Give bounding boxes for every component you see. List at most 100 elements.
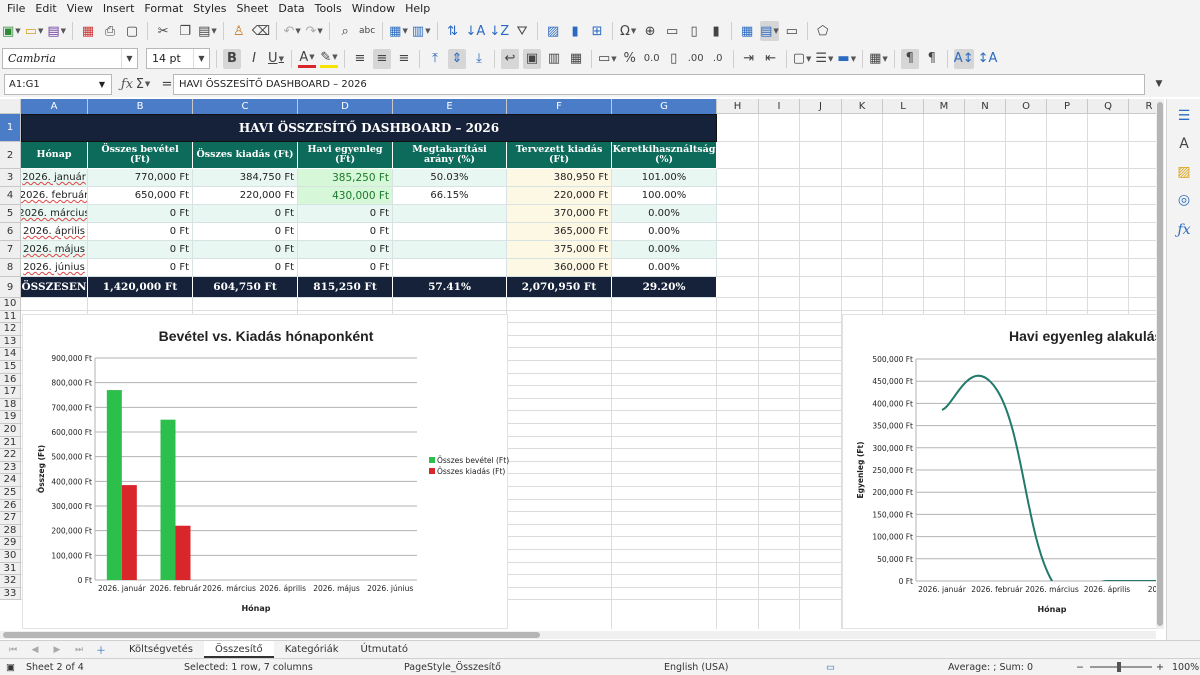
align-middle-icon[interactable]: ⇕ bbox=[448, 48, 466, 69]
month-cell[interactable]: 2026. március bbox=[21, 205, 88, 223]
vertical-scroll-thumb[interactable] bbox=[1157, 102, 1163, 626]
column-header-cell[interactable]: Hónap bbox=[21, 142, 88, 169]
column-header-cell[interactable]: Megtakarítási arány (%) bbox=[393, 142, 507, 169]
column-header-L[interactable]: L bbox=[883, 99, 924, 114]
horizontal-scrollbar[interactable] bbox=[0, 631, 1156, 639]
spreadsheet-grid[interactable]: ABCDEFGHIJKLMNOPQR 1 2 3 4 5 6 7 8 9 10 11 12 13 14 15… bbox=[0, 99, 1156, 629]
font-name-combo[interactable]: Cambria ▼ bbox=[2, 48, 138, 69]
column-header-cell[interactable]: Keretkihasználtság (%) bbox=[612, 142, 717, 169]
hyperlink-icon[interactable]: ⊕ bbox=[641, 21, 659, 41]
chevron-down-icon[interactable]: ▼ bbox=[121, 49, 137, 68]
value-cell[interactable] bbox=[393, 205, 507, 223]
border-style-icon[interactable]: ☰ ▼ bbox=[815, 49, 833, 69]
vertical-scrollbar[interactable] bbox=[1156, 99, 1164, 629]
column-header-G[interactable]: G bbox=[612, 99, 717, 114]
paste-icon[interactable]: ▤ ▼ bbox=[198, 21, 217, 41]
bar-income[interactable] bbox=[106, 390, 122, 580]
font-color-icon[interactable]: A ▼ bbox=[298, 50, 316, 68]
value-cell[interactable]: 100.00% bbox=[612, 187, 717, 205]
open-icon[interactable]: ▭ ▼ bbox=[25, 21, 44, 41]
row-header-1[interactable]: 1 bbox=[0, 114, 21, 142]
row-header-3[interactable]: 3 bbox=[0, 169, 21, 187]
column-header-D[interactable]: D bbox=[298, 99, 393, 114]
value-cell[interactable]: 101.00% bbox=[612, 169, 717, 187]
menu-insert[interactable]: Insert bbox=[100, 2, 142, 15]
menu-styles[interactable]: Styles bbox=[190, 2, 233, 15]
copy-icon[interactable]: ❐ bbox=[176, 21, 194, 41]
functions-icon[interactable]: ƒx bbox=[1175, 221, 1193, 239]
value-cell[interactable]: 360,000 Ft bbox=[507, 259, 612, 277]
column-header-A[interactable]: A bbox=[21, 99, 88, 114]
dashboard-title[interactable]: HAVI ÖSSZESÍTŐ DASHBOARD – 2026 bbox=[21, 114, 717, 142]
row-header-22[interactable]: 22 bbox=[0, 449, 21, 462]
underline-icon[interactable]: U ▼ bbox=[267, 49, 285, 69]
row-header-12[interactable]: 12 bbox=[0, 323, 21, 336]
row-header-7[interactable]: 7 bbox=[0, 241, 21, 259]
sum-icon[interactable]: Σ ▼ bbox=[134, 74, 152, 94]
row-header-27[interactable]: 27 bbox=[0, 512, 21, 525]
freeze-rows-columns-icon[interactable]: ▦ bbox=[738, 21, 756, 41]
row-header-30[interactable]: 30 bbox=[0, 550, 21, 563]
show-draw-functions-icon[interactable]: ▭ bbox=[783, 21, 801, 41]
value-cell[interactable]: 430,000 Ft bbox=[298, 187, 393, 205]
total-cell[interactable]: 57.41% bbox=[393, 277, 507, 298]
redo-icon[interactable]: ↷ ▼ bbox=[305, 21, 323, 41]
value-cell[interactable]: 0.00% bbox=[612, 259, 717, 277]
currency-format-icon[interactable]: ▭ ▼ bbox=[598, 49, 617, 69]
wrap-text-icon[interactable]: ↩ bbox=[501, 48, 519, 69]
bar-income[interactable] bbox=[160, 419, 176, 580]
value-cell[interactable]: 384,750 Ft bbox=[193, 169, 298, 187]
column-header-cell[interactable]: Havi egyenleg (Ft) bbox=[298, 142, 393, 169]
row-header-33[interactable]: 33 bbox=[0, 587, 21, 601]
properties-icon[interactable]: ☰ bbox=[1175, 107, 1193, 125]
percent-format-icon[interactable]: % bbox=[621, 49, 639, 69]
row-header-17[interactable]: 17 bbox=[0, 386, 21, 399]
page-style[interactable]: PageStyle_Összesítő bbox=[404, 662, 501, 673]
value-cell[interactable]: 0 Ft bbox=[298, 259, 393, 277]
row-header-15[interactable]: 15 bbox=[0, 361, 21, 374]
value-cell[interactable]: 0 Ft bbox=[298, 205, 393, 223]
value-cell[interactable]: 0 Ft bbox=[298, 241, 393, 259]
value-cell[interactable] bbox=[393, 259, 507, 277]
row-header-19[interactable]: 19 bbox=[0, 411, 21, 424]
borders-icon[interactable]: ▢ ▼ bbox=[793, 49, 812, 69]
zoom-level[interactable]: 100% bbox=[1172, 662, 1199, 673]
sort-descending-icon[interactable]: ↓Z bbox=[489, 21, 509, 41]
value-cell[interactable]: 375,000 Ft bbox=[507, 241, 612, 259]
value-cell[interactable]: 220,000 Ft bbox=[193, 187, 298, 205]
bar-expense[interactable] bbox=[121, 485, 137, 580]
left-to-right-icon[interactable]: ¶ bbox=[900, 48, 919, 69]
special-character-icon[interactable]: Ω ▼ bbox=[619, 21, 637, 41]
month-cell[interactable]: 2026. június bbox=[21, 259, 88, 277]
value-cell[interactable]: 0.00% bbox=[612, 223, 717, 241]
decrease-indent-icon[interactable]: ⇤ bbox=[762, 49, 780, 69]
value-cell[interactable]: 0 Ft bbox=[193, 205, 298, 223]
value-cell[interactable]: 0 Ft bbox=[193, 241, 298, 259]
column-header-B[interactable]: B bbox=[88, 99, 193, 114]
month-cell[interactable]: 2026. április bbox=[21, 223, 88, 241]
print-icon[interactable]: ⎙ bbox=[101, 21, 119, 41]
month-cell[interactable]: 2026. január bbox=[21, 169, 88, 187]
column-header-C[interactable]: C bbox=[193, 99, 298, 114]
row-header-14[interactable]: 14 bbox=[0, 348, 21, 361]
align-top-icon[interactable]: ⤒ bbox=[426, 49, 444, 69]
value-cell[interactable]: 0 Ft bbox=[193, 259, 298, 277]
value-cell[interactable]: 0 Ft bbox=[88, 205, 193, 223]
menu-view[interactable]: View bbox=[64, 2, 100, 15]
highlight-color-icon[interactable]: ✎ ▼ bbox=[320, 50, 338, 68]
conditional-format-icon[interactable]: ▦ ▼ bbox=[869, 49, 888, 69]
column-header-E[interactable]: E bbox=[393, 99, 507, 114]
value-cell[interactable]: 365,000 Ft bbox=[507, 223, 612, 241]
comment-icon[interactable]: ▭ bbox=[663, 21, 681, 41]
column-header-N[interactable]: N bbox=[965, 99, 1006, 114]
total-cell[interactable]: 1,420,000 Ft bbox=[88, 277, 193, 298]
value-cell[interactable] bbox=[393, 241, 507, 259]
column-header-M[interactable]: M bbox=[924, 99, 965, 114]
name-box[interactable]: A1:G1 ▼ bbox=[4, 74, 112, 95]
expand-formula-icon[interactable]: ▼ bbox=[1150, 74, 1168, 94]
zoom-slider[interactable] bbox=[1090, 666, 1152, 668]
text-direction-icon[interactable]: A↕ bbox=[953, 48, 974, 69]
total-cell[interactable]: 2,070,950 Ft bbox=[507, 277, 612, 298]
row-header-16[interactable]: 16 bbox=[0, 373, 21, 387]
gallery-icon[interactable]: ▨ bbox=[1175, 163, 1193, 181]
